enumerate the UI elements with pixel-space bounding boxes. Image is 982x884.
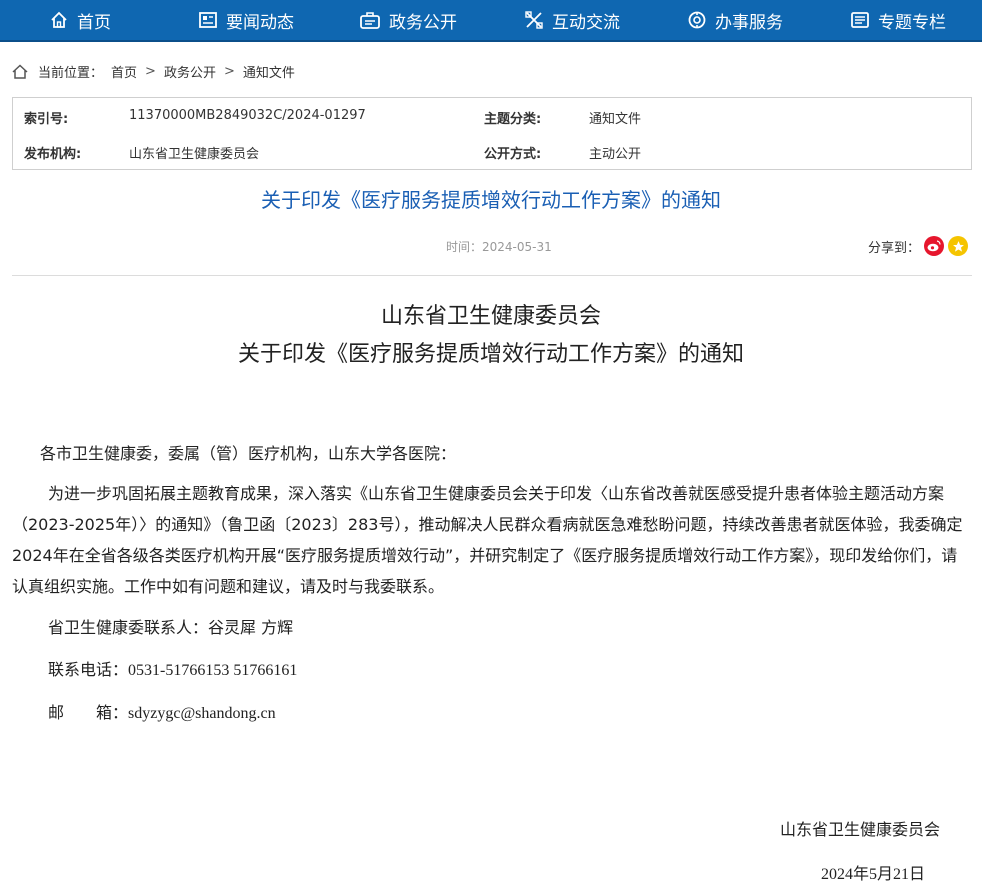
nav-item-interaction[interactable]: 互动交流 <box>525 0 620 40</box>
nav-item-column[interactable]: 专题专栏 <box>851 0 946 40</box>
service-icon <box>688 11 706 29</box>
body-paragraph: 为进一步巩固拓展主题教育成果，深入落实《山东省卫生健康委员会关于印发〈山东省改善… <box>12 484 963 596</box>
nav-item-service[interactable]: 办事服务 <box>688 0 783 40</box>
interaction-icon <box>525 11 543 29</box>
phone-line: 联系电话：0531-51766153 51766161 <box>48 656 297 680</box>
column-icon <box>851 12 869 28</box>
nav-item-label: 要闻动态 <box>226 12 294 33</box>
nav-item-label: 专题专栏 <box>878 12 946 33</box>
document-heading-line1: 山东省卫生健康委员会 <box>380 304 601 329</box>
breadcrumb-link-notices[interactable]: 通知文件 <box>243 62 295 81</box>
email-value: sdyzygc@shandong.cn <box>128 705 276 722</box>
contact-line: 省卫生健康委联系人：谷灵犀 方辉 <box>48 614 293 638</box>
phone-value: 0531-51766153 51766161 <box>128 662 298 679</box>
category-value: 通知文件 <box>589 112 642 127</box>
breadcrumb: 当前位置： 首页 > 政务公开 > 通知文件 <box>12 60 295 82</box>
salutation: 各市卫生健康委，委属（管）医疗机构，山东大学各医院： <box>40 444 457 463</box>
breadcrumb-separator: > <box>223 63 235 79</box>
news-icon <box>199 12 217 28</box>
home-icon <box>51 11 67 28</box>
document-heading-line2: 关于印发《医疗服务提质增效行动工作方案》的通知 <box>237 342 744 367</box>
publisher-label: 发布机构: <box>24 147 82 162</box>
weibo-share-icon[interactable] <box>924 236 945 256</box>
nav-item-label: 首页 <box>77 12 111 33</box>
disclosure-label: 公开方式: <box>484 147 542 162</box>
breadcrumb-link-government[interactable]: 政务公开 <box>164 62 216 81</box>
contact-label: 省卫生健康委联系人： <box>48 618 209 637</box>
share-bar: 分享到： <box>868 236 969 256</box>
nav-item-government[interactable]: 政务公开 <box>360 0 457 40</box>
email-line: 邮 箱：sdyzygc@shandong.cn <box>48 699 276 723</box>
breadcrumb-prefix: 当前位置： <box>38 65 104 81</box>
top-nav: 首页 要闻动态 政务公开 互动交流 办事服务 专题专栏 <box>0 0 982 42</box>
home-icon <box>12 63 28 79</box>
briefcase-icon <box>360 12 380 29</box>
disclosure-value: 主动公开 <box>589 147 642 162</box>
publisher-value: 山东省卫生健康委员会 <box>129 147 260 162</box>
divider <box>12 275 972 276</box>
nav-item-news[interactable]: 要闻动态 <box>199 0 294 40</box>
index-label: 索引号: <box>24 112 69 127</box>
contact-value: 谷灵犀 方辉 <box>208 618 294 637</box>
nav-item-label: 互动交流 <box>552 12 620 33</box>
email-label: 邮 箱： <box>48 703 129 722</box>
nav-item-label: 办事服务 <box>715 12 783 33</box>
breadcrumb-separator: > <box>145 63 156 79</box>
category-label: 主题分类: <box>484 112 542 127</box>
favorite-share-icon[interactable] <box>948 236 969 256</box>
article-title: 关于印发《医疗服务提质增效行动工作方案》的通知 <box>261 188 721 212</box>
nav-item-label: 政务公开 <box>389 12 457 33</box>
index-value: 11370000MB2849032C/2024-01297 <box>129 108 366 123</box>
signature: 山东省卫生健康委员会 <box>780 820 941 839</box>
phone-label: 联系电话： <box>48 660 129 679</box>
breadcrumb-link-home[interactable]: 首页 <box>111 62 137 81</box>
nav-item-home[interactable]: 首页 <box>50 0 111 40</box>
share-label: 分享到： <box>868 240 921 256</box>
document-meta-box: 索引号: 11370000MB2849032C/2024-01297 主题分类:… <box>12 97 972 170</box>
sign-date: 2024年5月21日 <box>821 866 926 883</box>
publish-date: 时间：2024-05-31 <box>446 240 552 254</box>
